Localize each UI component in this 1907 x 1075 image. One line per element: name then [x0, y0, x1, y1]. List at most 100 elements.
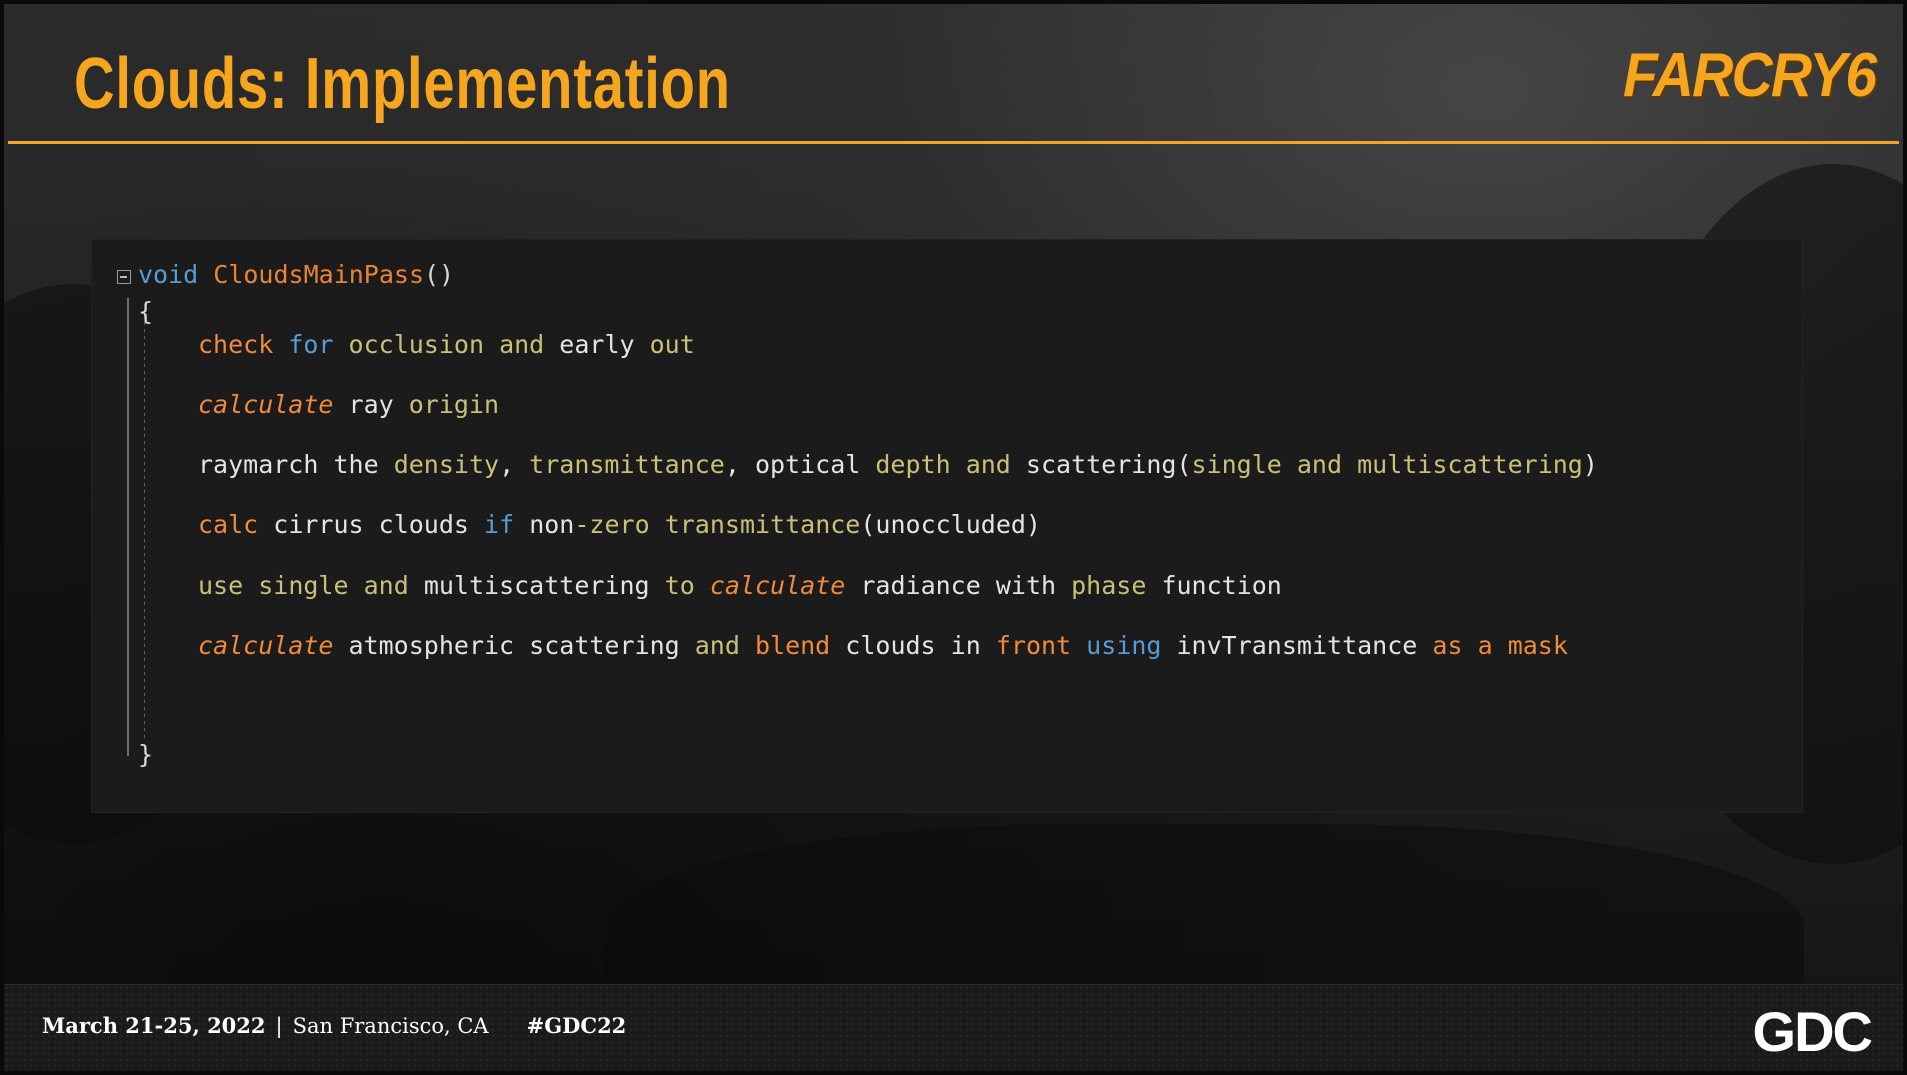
code-token: and — [363, 571, 409, 600]
event-location: San Francisco, CA — [292, 1014, 489, 1038]
function-parens: () — [424, 260, 455, 289]
code-token: , — [499, 450, 530, 479]
code-token: clouds — [845, 631, 936, 660]
code-token: phase — [1071, 571, 1147, 600]
code-token: transmittance — [664, 510, 861, 539]
code-token: occlusion — [348, 330, 485, 359]
code-token: radiance — [860, 571, 981, 600]
gdc-logo: GDC — [1752, 1000, 1873, 1063]
code-token: scattering — [529, 631, 680, 660]
keyword-void: void — [138, 260, 199, 289]
code-token: raymarch — [198, 450, 319, 479]
code-token: and — [694, 631, 740, 660]
code-token: optical — [754, 450, 861, 479]
code-token: ) — [1582, 450, 1598, 479]
code-token: in — [950, 631, 981, 660]
code-token: as — [1432, 631, 1463, 660]
code-token: with — [995, 571, 1057, 600]
header-divider — [8, 141, 1899, 144]
event-hashtag: #GDC22 — [526, 1013, 627, 1038]
code-line: check for occlusion and early out — [198, 330, 695, 359]
event-info: March 21-25, 2022 | San Francisco, CA #GDC2… — [42, 1013, 626, 1038]
code-token: multiscattering — [423, 571, 650, 600]
collapse-icon[interactable] — [117, 270, 131, 284]
code-token: ( — [1176, 450, 1192, 479]
farcry6-logo: FARCRY6 — [1622, 41, 1877, 110]
code-line: calculate atmospheric scattering and ble… — [198, 631, 1568, 660]
code-token: calc — [198, 510, 259, 539]
code-token: (unoccluded) — [860, 510, 1041, 539]
code-line: calc cirrus clouds if non-zero transmitt… — [198, 510, 1041, 539]
code-token: and — [1296, 450, 1343, 479]
code-token: mask — [1507, 631, 1568, 660]
code-line: use single and multiscattering to calcul… — [198, 571, 1282, 600]
open-brace: { — [138, 297, 154, 326]
code-token: single — [258, 571, 349, 600]
code-token: use — [198, 571, 244, 600]
scope-guide — [127, 298, 129, 756]
code-token: scattering — [1025, 450, 1177, 479]
code-token: out — [649, 330, 695, 359]
code-token: clouds — [378, 510, 469, 539]
code-token: cirrus — [273, 510, 364, 539]
code-token: calculate — [198, 390, 334, 419]
footer-separator: | — [275, 1014, 283, 1038]
code-token: calculate — [709, 571, 846, 600]
code-token: check — [198, 330, 274, 359]
function-signature: void CloudsMainPass() — [138, 260, 454, 289]
code-token: if — [484, 510, 515, 539]
code-token: atmospheric — [348, 631, 515, 660]
code-token: origin — [408, 390, 500, 419]
slide-header: Clouds: Implementation FARCRY6 — [4, 4, 1903, 144]
code-token: front — [995, 631, 1072, 660]
code-token: the — [333, 450, 379, 479]
code-block: void CloudsMainPass() { check for occlus… — [92, 240, 1802, 812]
code-token: early — [559, 330, 635, 359]
footer-bar: March 21-25, 2022 | San Francisco, CA #GDC2… — [4, 984, 1903, 1071]
code-token: single — [1191, 450, 1282, 479]
code-token: using — [1086, 631, 1162, 660]
code-token: depth — [875, 450, 951, 479]
code-token: multiscattering — [1357, 450, 1583, 479]
event-date: March 21-25, 2022 — [42, 1013, 266, 1038]
code-token: blend — [754, 631, 831, 660]
slide: Clouds: Implementation FARCRY6 void Clou… — [0, 0, 1907, 1075]
indent-guide — [144, 315, 145, 740]
code-token: ray — [348, 390, 394, 419]
code-line: calculate ray origin — [198, 390, 499, 419]
code-token: density — [393, 450, 500, 479]
code-token: for — [288, 330, 334, 359]
code-token: a — [1477, 631, 1493, 660]
